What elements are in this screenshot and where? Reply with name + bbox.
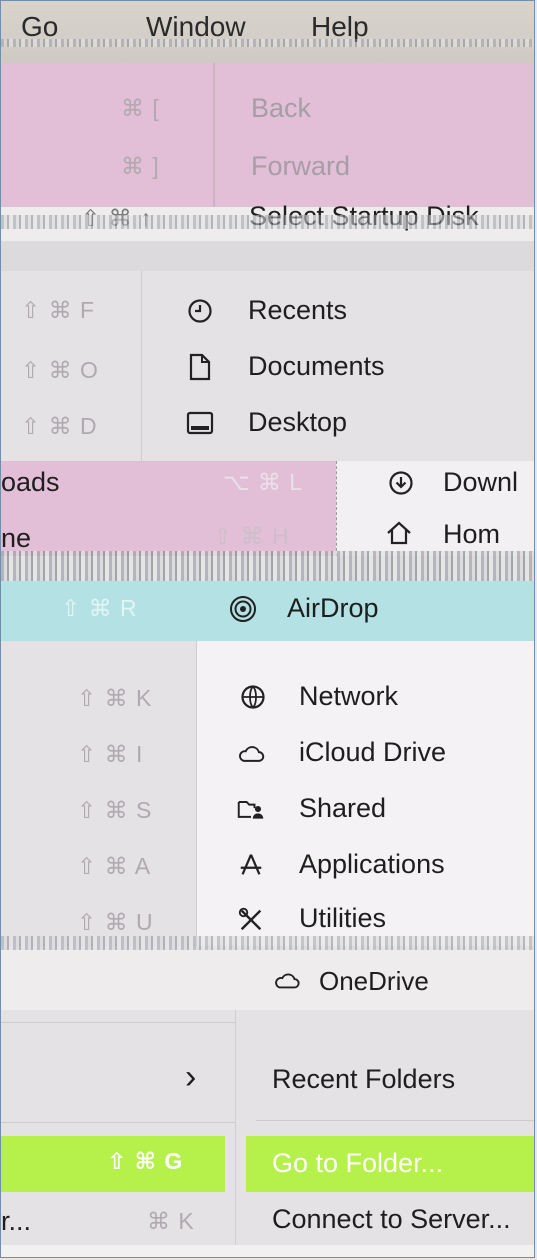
glitch-band (1, 215, 534, 229)
downloads-home-left: oads ⌥ ⌘ L ne ⇧ ⌘ H (1, 461, 336, 556)
nav-label-column: Back Forward (213, 63, 534, 213)
desktop-shortcut: ⇧ ⌘ D (21, 413, 98, 439)
icloud-item[interactable]: iCloud Drive (299, 737, 446, 768)
documents-shortcut: ⇧ ⌘ O (21, 357, 99, 383)
recent-folders-item[interactable]: Recent Folders (272, 1064, 455, 1095)
screenshot-frame: Go Window Help ⌘ [ ⌘ ] Back Forward ⇧ ⌘ … (0, 0, 535, 1258)
bottom-right-column: Recent Folders Go to Folder... Connect t… (235, 1010, 534, 1245)
nav-shortcut-column: ⌘ [ ⌘ ] (1, 63, 213, 213)
go-to-folder-left[interactable]: ⇧ ⌘ G (1, 1136, 225, 1192)
desktop-icon (186, 409, 214, 437)
bottom-edge (1, 1245, 534, 1257)
forward-item[interactable]: Forward (251, 151, 350, 182)
glitch-band (1, 936, 534, 950)
back-item[interactable]: Back (251, 93, 311, 124)
applications-shortcut: ⇧ ⌘ A (77, 853, 152, 879)
network-shortcut: ⇧ ⌘ K (77, 685, 153, 711)
locations-label-column: Network iCloud Drive Shared Applications… (196, 641, 534, 946)
airdrop-shortcut: ⇧ ⌘ R (61, 595, 138, 621)
desktop-item[interactable]: Desktop (248, 407, 347, 438)
home-shortcut: ⇧ ⌘ H (213, 523, 290, 549)
recents-shortcut: ⇧ ⌘ F (21, 297, 96, 323)
bottom-left-column: › ⇧ ⌘ G r... ⌘ K (1, 1010, 235, 1245)
onedrive-row[interactable]: OneDrive (1, 950, 534, 1010)
airdrop-row[interactable]: ⇧ ⌘ R AirDrop (1, 581, 534, 641)
glitch-band (1, 551, 534, 581)
connect-to-server-item[interactable]: Connect to Server... (272, 1204, 511, 1235)
go-to-folder-shortcut: ⇧ ⌘ G (107, 1148, 184, 1174)
home-fragment-left[interactable]: ne (1, 523, 31, 554)
connect-shortcut: ⌘ K (147, 1208, 195, 1234)
network-item[interactable]: Network (299, 681, 398, 712)
downloads-home-right: Downl Hom (336, 461, 534, 556)
back-shortcut: ⌘ [ (121, 95, 160, 121)
utilities-item[interactable]: Utilities (299, 903, 386, 934)
go-to-folder-item[interactable]: Go to Folder... (246, 1136, 534, 1192)
applications-item[interactable]: Applications (299, 849, 445, 880)
divider-strip (1, 241, 534, 271)
documents-item[interactable]: Documents (248, 351, 385, 382)
locations-shortcut-column: ⇧ ⌘ K ⇧ ⌘ I ⇧ ⌘ S ⇧ ⌘ A ⇧ ⌘ U (1, 641, 196, 946)
clock-icon (186, 297, 214, 325)
separator (256, 1120, 534, 1121)
applications-icon (237, 851, 265, 879)
connect-fragment-left[interactable]: r... (1, 1206, 31, 1237)
shared-item[interactable]: Shared (299, 793, 386, 824)
downloads-shortcut: ⌥ ⌘ L (223, 469, 304, 495)
glitch-band (1, 39, 534, 47)
document-icon (186, 353, 214, 381)
cloud-icon (237, 739, 265, 767)
go-to-folder-label: Go to Folder... (272, 1148, 444, 1178)
airdrop-item[interactable]: AirDrop (287, 593, 379, 624)
downloads-fragment-right[interactable]: Downl (443, 467, 518, 498)
places-label-column: Recents Documents Desktop (141, 271, 534, 461)
cloud-icon (273, 966, 301, 994)
downloads-fragment-left[interactable]: oads (1, 467, 60, 498)
download-icon (387, 469, 415, 497)
places-shortcut-column: ⇧ ⌘ F ⇧ ⌘ O ⇧ ⌘ D (1, 271, 141, 461)
utilities-icon (237, 905, 265, 933)
shared-shortcut: ⇧ ⌘ S (77, 797, 153, 823)
onedrive-item[interactable]: OneDrive (319, 966, 429, 997)
recents-item[interactable]: Recents (248, 295, 347, 326)
airdrop-icon (229, 595, 257, 623)
forward-shortcut: ⌘ ] (121, 153, 160, 179)
utilities-shortcut: ⇧ ⌘ U (77, 909, 154, 935)
icloud-shortcut: ⇧ ⌘ I (77, 741, 144, 767)
separator (1, 1022, 235, 1023)
home-icon (385, 519, 413, 547)
network-icon (239, 683, 267, 711)
chevron-right-icon: › (185, 1058, 197, 1096)
home-fragment-right[interactable]: Hom (443, 519, 500, 550)
shared-folder-icon (237, 795, 265, 823)
menu-bar: Go Window Help (1, 1, 534, 63)
separator (1, 1122, 235, 1123)
